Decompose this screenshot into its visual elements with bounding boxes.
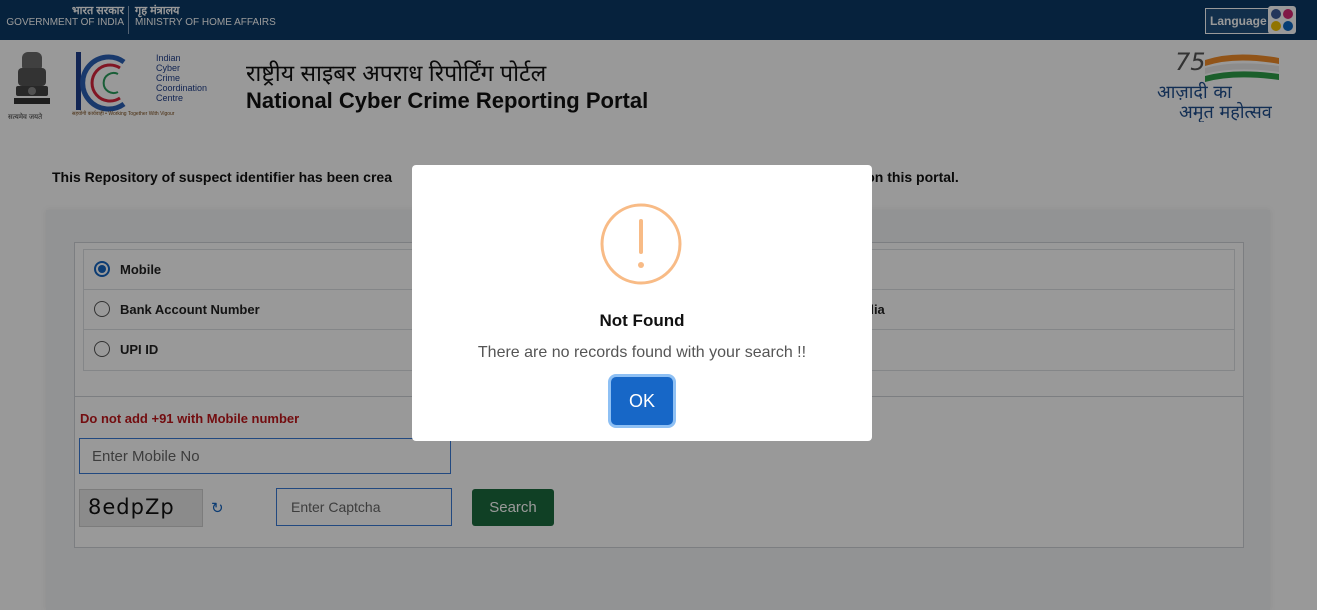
- dialog-message: There are no records found with your sea…: [477, 344, 807, 361]
- warning-icon: [600, 203, 682, 285]
- dialog-title: Not Found: [599, 311, 685, 330]
- ok-button[interactable]: OK: [611, 377, 673, 425]
- not-found-dialog: Not Found There are no records found wit…: [412, 165, 872, 441]
